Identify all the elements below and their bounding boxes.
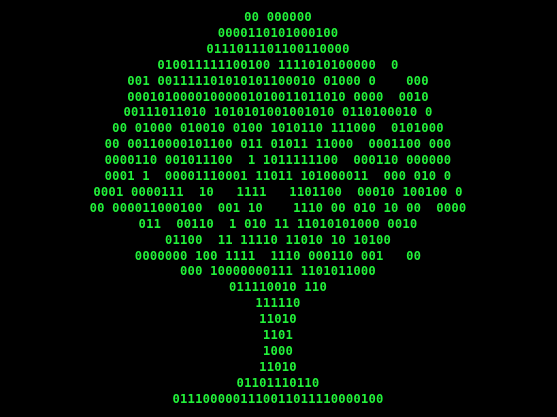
art-line: 11010 [259,359,297,374]
art-line: 011110010 110 [229,280,327,295]
art-line: 11010 [259,312,297,327]
art-line: 01100 11 11110 11010 10 10100 [164,232,392,247]
art-line: 00 000011000100 001 10 1110 00 010 10 00… [89,200,467,215]
art-line: 010011111100100 1111010100000 0 [157,57,399,72]
art-line: 0111000001110011011110000100 [172,391,384,406]
art-line: 0111011101100110000 [206,41,350,56]
art-line: 1101 [262,328,294,342]
art-line: 00 000000 [244,10,312,24]
art-line: 011 00110 1 010 11 11010101000 0010 [138,216,418,231]
art-line: 0001 1 00001110001 11011 101000011 000 0… [104,169,452,183]
art-line: 00 00110000101100 011 01011 11000 000110… [104,137,452,152]
art-line: 1000 [262,343,294,358]
art-line: 001 001111101010101100010 01000 0 000 [127,73,429,88]
art-line: 0001 0000111 10 1111 1101100 00010 10010… [93,184,463,199]
art-line: 01101110110 [236,375,320,390]
art-line: 00111011010 1010101001001010 0110100010 … [123,105,433,120]
art-line: 0000110 001011100 1 1011111100 000110 00… [104,153,452,168]
art-line: 00010100001000001010011011010 0000 0010 [127,89,429,104]
art-line: 000 10000000111 1101011000 [180,264,376,279]
art-line: 00 01000 010010 0100 1010110 111000 0101… [112,121,444,136]
art-line: 111110 [255,296,301,311]
art-line: 0000110101000100 [217,25,339,40]
art-line: 0000000 100 1111 1110 000110 001 00 [134,248,422,263]
